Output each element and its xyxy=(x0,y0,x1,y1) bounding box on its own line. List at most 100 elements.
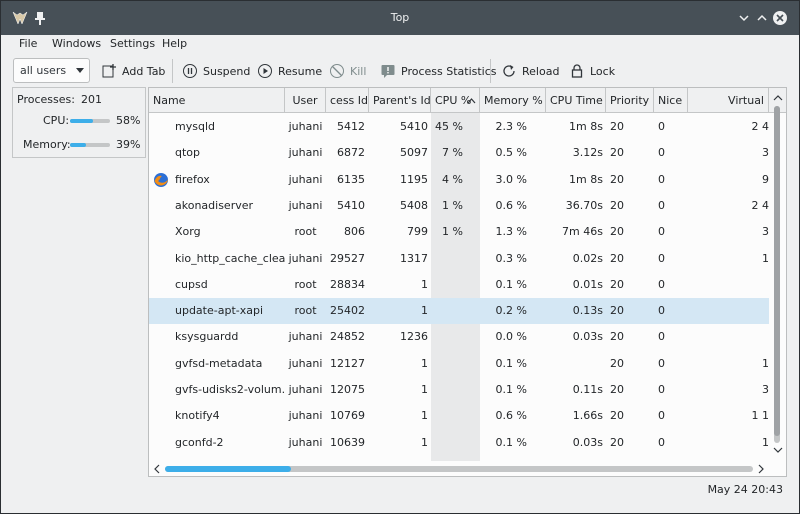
cell-virt xyxy=(688,272,769,298)
column-header-virtual[interactable]: Virtual xyxy=(688,88,769,113)
column-header-parent-id[interactable]: Parent's Id xyxy=(369,88,431,113)
table-row[interactable]: kio_http_cache_clean...juhani 29527 1317 0.… xyxy=(149,246,769,272)
window-title: Top xyxy=(390,11,410,24)
column-header-cpu[interactable]: CPU % xyxy=(431,88,480,113)
table-row[interactable]: qtop juhani 6872 5097 7 % 0.5 % 3.12s 20 0 3 xyxy=(149,140,769,166)
lock-button[interactable]: Lock xyxy=(569,59,615,83)
cell-name: gvfsd-metadata xyxy=(175,356,263,370)
process-table[interactable]: Name User cess Id Parent's Id CPU % Memo… xyxy=(148,87,787,477)
cell-user: root xyxy=(294,304,317,318)
menu-windows[interactable]: Windows xyxy=(52,37,101,50)
scroll-up-icon[interactable] xyxy=(773,94,783,102)
cell-ppid: 1 xyxy=(421,435,428,449)
column-header-nice[interactable]: Nice xyxy=(654,88,688,113)
cell-virt: 2 4 xyxy=(751,120,770,133)
cell-pid: 6135 xyxy=(337,172,365,186)
status-datetime: May 24 20:43 xyxy=(707,483,783,496)
table-row[interactable]: Xorg root 806 799 1 % 1.3 % 7m 46s 20 0 3 xyxy=(149,219,769,245)
menu-bar: File Windows Settings Help xyxy=(1,35,799,55)
system-summary-panel: Processes: 201 CPU: 58% Memory: 39% xyxy=(12,87,146,158)
table-row[interactable]: firefox juhani 6135 1195 4 % 3.0 % 1m 8s 20 0 9 xyxy=(149,167,769,193)
column-header-process-id[interactable]: cess Id xyxy=(326,88,369,113)
cell-virt: 3 xyxy=(762,225,769,239)
cell-nice: 0 xyxy=(658,146,665,160)
kill-button[interactable]: Kill xyxy=(329,59,366,83)
cell-user: juhani xyxy=(288,120,323,133)
table-row[interactable]: gvfsd-metadata juhani 12127 1 0.1 % 20 0 1 xyxy=(149,351,769,377)
cell-mem: 0.5 % xyxy=(495,146,527,160)
process-statistics-button[interactable]: Process Statistics xyxy=(380,59,497,83)
cell-prio: 20 xyxy=(610,435,624,449)
reload-label: Reload xyxy=(522,64,560,78)
cell-mem: 0.6 % xyxy=(495,198,527,212)
cell-name: knotify4 xyxy=(175,409,220,423)
table-row[interactable]: knotify4 juhani 10769 1 0.6 % 1.66s 20 0 1 1 xyxy=(149,403,769,429)
toolbar-divider xyxy=(490,59,491,83)
scroll-down-icon[interactable] xyxy=(773,446,783,454)
table-row[interactable]: mysqld juhani 5412 5410 45 % 2.3 % 1m 8s 20 0 2 4 xyxy=(149,114,769,140)
cell-cpu: 1 % xyxy=(442,198,463,212)
table-row[interactable]: cupsd root 28834 1 0.1 % 0.01s 20 0 xyxy=(149,272,769,298)
suspend-button[interactable]: Suspend xyxy=(182,59,250,83)
cell-cpu xyxy=(431,351,463,377)
cell-time: 0.03s xyxy=(572,435,603,449)
column-header-name[interactable]: Name xyxy=(149,88,285,113)
title-bar[interactable]: Top xyxy=(1,1,799,35)
user-filter-select[interactable]: all users xyxy=(13,58,90,83)
add-tab-label: Add Tab xyxy=(122,64,166,78)
column-header-memory[interactable]: Memory % xyxy=(480,88,546,113)
table-row[interactable]: ksysguardd juhani 24852 1236 0.0 % 0.03s 20 0 xyxy=(149,324,769,350)
cell-nice: 0 xyxy=(658,304,665,318)
cell-cpu xyxy=(431,298,463,324)
column-header-cpu-time[interactable]: CPU Time xyxy=(546,88,606,113)
add-tab-button[interactable]: Add Tab xyxy=(101,59,165,83)
table-row[interactable]: update-apt-xapi root 25402 1 0.2 % 0.13s 20 0 xyxy=(149,298,769,325)
cell-time: 3.12s xyxy=(572,146,603,160)
cell-name: mysqld xyxy=(175,120,215,133)
close-icon[interactable] xyxy=(772,10,788,26)
column-header-user[interactable]: User xyxy=(285,88,326,113)
cell-ppid: 5097 xyxy=(400,146,428,160)
scroll-right-icon[interactable] xyxy=(757,464,765,474)
cell-nice: 0 xyxy=(658,120,665,133)
column-header-priority[interactable]: Priority xyxy=(606,88,654,113)
cell-cpu xyxy=(431,403,463,429)
cell-user: juhani xyxy=(288,383,323,396)
menu-settings[interactable]: Settings xyxy=(110,37,155,50)
cell-nice: 0 xyxy=(658,251,665,265)
cell-cpu xyxy=(431,377,463,403)
resume-button[interactable]: Resume xyxy=(257,59,322,83)
cell-name: gconfd-2 xyxy=(175,435,224,449)
cell-cpu xyxy=(431,246,463,272)
play-icon xyxy=(258,64,272,78)
table-row[interactable]: gvfs-udisks2-volum... juhani 12075 1 0.1 % 0.… xyxy=(149,377,769,403)
table-row[interactable]: gconfd-2 juhani 10639 1 0.1 % 0.03s 20 0 1 xyxy=(149,430,769,456)
cell-user: juhani xyxy=(288,251,323,265)
cell-time: 7m 46s xyxy=(562,225,603,239)
reload-button[interactable]: Reload xyxy=(501,59,559,83)
cpu-percent: 58% xyxy=(116,114,141,127)
cell-pid: 6872 xyxy=(337,146,365,160)
minimize-icon[interactable] xyxy=(736,10,752,26)
cell-cpu xyxy=(431,272,463,298)
menu-help[interactable]: Help xyxy=(162,37,187,50)
maximize-icon[interactable] xyxy=(754,10,770,26)
cell-user: juhani xyxy=(288,330,323,344)
cell-user: juhani xyxy=(288,172,323,186)
lock-label: Lock xyxy=(590,64,616,78)
menu-file[interactable]: File xyxy=(19,37,37,50)
scroll-left-icon[interactable] xyxy=(153,464,161,474)
vertical-scroll-thumb[interactable] xyxy=(774,106,780,436)
cell-pid: 806 xyxy=(344,225,365,239)
table-row[interactable]: akonadiserver juhani 5410 5408 1 % 0.6 % 36.70… xyxy=(149,193,769,219)
memory-label: Memory: xyxy=(23,138,71,151)
cell-user: juhani xyxy=(288,435,323,449)
horizontal-scrollbar[interactable] xyxy=(149,461,769,476)
resume-label: Resume xyxy=(278,64,323,78)
vertical-scrollbar[interactable] xyxy=(769,88,786,461)
horizontal-scroll-thumb[interactable] xyxy=(165,466,291,472)
cell-virt xyxy=(688,298,769,324)
cell-prio: 20 xyxy=(610,277,624,291)
cell-virt: 1 xyxy=(762,356,769,370)
cell-mem: 0.2 % xyxy=(495,304,527,318)
